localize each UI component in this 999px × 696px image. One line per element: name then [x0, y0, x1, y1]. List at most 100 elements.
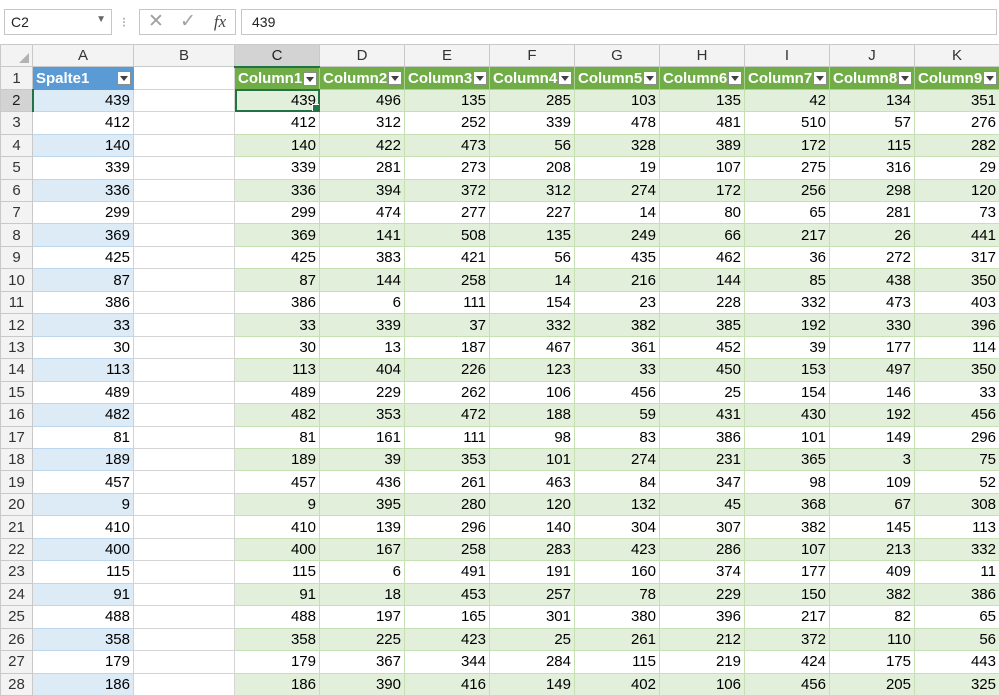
cell[interactable]: 217	[744, 605, 830, 629]
cell[interactable]: 87	[32, 268, 134, 292]
empty-cell[interactable]	[133, 268, 235, 292]
cell[interactable]: 229	[319, 380, 405, 405]
cell[interactable]: 81	[32, 425, 134, 450]
cell[interactable]: 339	[489, 111, 575, 135]
cell[interactable]: 423	[404, 627, 490, 652]
cell[interactable]: 412	[32, 111, 134, 135]
filter-dropdown-icon[interactable]	[898, 71, 912, 86]
cell[interactable]: 73	[914, 201, 999, 225]
cell[interactable]: 107	[744, 537, 830, 562]
filter-dropdown-icon[interactable]	[983, 71, 997, 86]
cell[interactable]: 226	[404, 358, 490, 382]
table-header-cell[interactable]: Column1	[234, 66, 320, 90]
cell[interactable]: 396	[659, 605, 745, 629]
cell[interactable]: 111	[404, 425, 490, 450]
cell[interactable]: 386	[32, 290, 134, 315]
cell[interactable]: 350	[914, 358, 999, 382]
cell[interactable]: 115	[234, 560, 320, 584]
cell[interactable]: 276	[914, 111, 999, 135]
row-header[interactable]: 19	[0, 470, 33, 494]
cell[interactable]: 416	[404, 672, 490, 696]
table-header-cell[interactable]: Spalte1	[32, 66, 134, 90]
cell[interactable]: 430	[744, 403, 830, 427]
cell[interactable]: 328	[574, 133, 660, 158]
cell[interactable]: 113	[32, 358, 134, 382]
cell[interactable]: 216	[574, 268, 660, 292]
row-header[interactable]: 13	[0, 335, 33, 360]
cell[interactable]: 217	[744, 223, 830, 247]
cell[interactable]: 75	[914, 447, 999, 472]
cell[interactable]: 161	[319, 425, 405, 450]
empty-cell[interactable]	[133, 492, 235, 517]
cell[interactable]: 106	[489, 380, 575, 405]
cell[interactable]: 410	[234, 515, 320, 539]
row-header[interactable]: 26	[0, 627, 33, 652]
table-header-cell[interactable]: Column9	[914, 66, 999, 90]
cell[interactable]: 332	[914, 537, 999, 562]
empty-cell[interactable]	[133, 560, 235, 584]
empty-cell[interactable]	[133, 672, 235, 696]
cell[interactable]: 113	[234, 358, 320, 382]
cell[interactable]: 227	[489, 201, 575, 225]
cell[interactable]: 369	[32, 223, 134, 247]
cell[interactable]: 179	[32, 650, 134, 674]
cell[interactable]: 403	[914, 290, 999, 315]
cell[interactable]: 33	[574, 358, 660, 382]
cell[interactable]: 87	[234, 268, 320, 292]
cell[interactable]: 347	[659, 470, 745, 494]
row-header[interactable]: 12	[0, 313, 33, 337]
cell[interactable]: 336	[32, 178, 134, 203]
empty-cell[interactable]	[133, 111, 235, 135]
cell[interactable]: 115	[829, 133, 915, 158]
cell[interactable]: 103	[574, 88, 660, 113]
cell[interactable]: 395	[319, 492, 405, 517]
cell[interactable]: 101	[744, 425, 830, 450]
cell[interactable]: 456	[914, 403, 999, 427]
row-header[interactable]: 2	[0, 88, 34, 113]
cell[interactable]: 106	[659, 672, 745, 696]
row-header[interactable]: 5	[0, 156, 33, 180]
cell[interactable]: 372	[744, 627, 830, 652]
cell[interactable]: 91	[234, 582, 320, 607]
cell[interactable]: 452	[659, 335, 745, 360]
cell[interactable]: 39	[744, 335, 830, 360]
cell[interactable]: 386	[234, 290, 320, 315]
cell[interactable]: 186	[234, 672, 320, 696]
cell[interactable]: 30	[234, 335, 320, 360]
cell[interactable]: 299	[32, 201, 134, 225]
cell[interactable]: 400	[234, 537, 320, 562]
cell[interactable]: 149	[829, 425, 915, 450]
cell[interactable]: 257	[489, 582, 575, 607]
row-header[interactable]: 25	[0, 605, 33, 629]
cell[interactable]: 274	[574, 178, 660, 203]
column-header-j[interactable]: J	[829, 43, 915, 68]
row-header[interactable]: 9	[0, 245, 33, 270]
cell[interactable]: 286	[659, 537, 745, 562]
cell[interactable]: 140	[32, 133, 134, 158]
cell[interactable]: 177	[744, 560, 830, 584]
cell[interactable]: 422	[319, 133, 405, 158]
cell[interactable]: 33	[32, 313, 134, 337]
column-header-h[interactable]: H	[659, 43, 745, 68]
cell[interactable]: 6	[319, 290, 405, 315]
filter-dropdown-icon[interactable]	[473, 71, 487, 86]
empty-cell[interactable]	[133, 403, 235, 427]
cell[interactable]: 350	[914, 268, 999, 292]
cell[interactable]: 383	[319, 245, 405, 270]
cell[interactable]: 145	[829, 515, 915, 539]
cell[interactable]: 192	[829, 403, 915, 427]
cell[interactable]: 252	[404, 111, 490, 135]
cell[interactable]: 339	[234, 156, 320, 180]
empty-cell[interactable]	[133, 582, 235, 607]
cell[interactable]: 80	[659, 201, 745, 225]
cell[interactable]: 189	[234, 447, 320, 472]
cell[interactable]: 380	[574, 605, 660, 629]
cell[interactable]: 179	[234, 650, 320, 674]
cell[interactable]: 140	[489, 515, 575, 539]
cell[interactable]: 65	[744, 201, 830, 225]
cell[interactable]: 120	[914, 178, 999, 203]
cell[interactable]: 283	[489, 537, 575, 562]
cell[interactable]: 146	[829, 380, 915, 405]
cell[interactable]: 85	[744, 268, 830, 292]
cell[interactable]: 29	[914, 156, 999, 180]
